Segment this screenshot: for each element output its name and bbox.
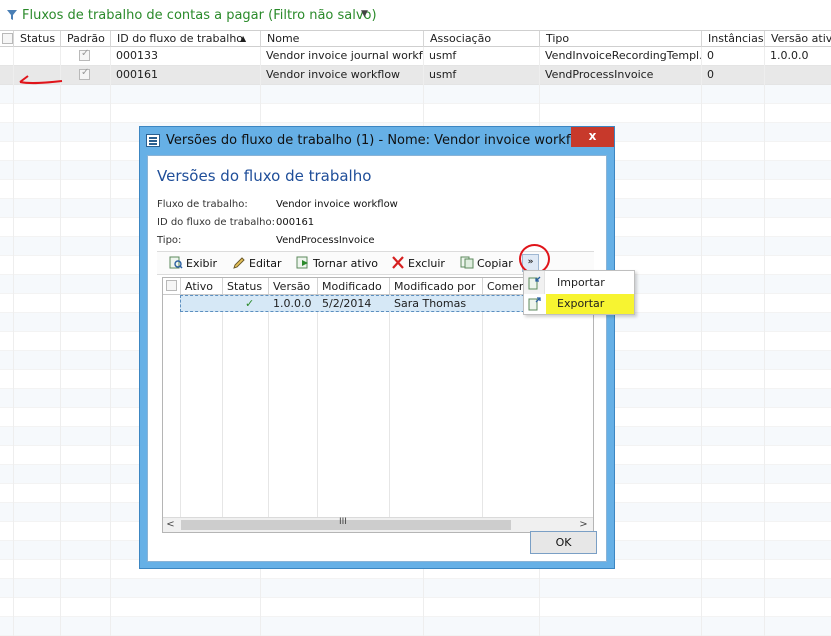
cell-id: 000161: [116, 68, 158, 81]
editar-label: Editar: [249, 257, 282, 270]
ok-button[interactable]: OK: [530, 531, 597, 554]
overflow-menu: Importar Exportar: [523, 270, 635, 315]
cell-versao: 1.0.0.0: [273, 297, 312, 310]
grid-divider: [764, 47, 765, 636]
column-header-padrao[interactable]: Padrão: [60, 31, 110, 47]
chevron-down-icon[interactable]: ▼: [361, 9, 368, 19]
grid-divider: [13, 47, 14, 636]
menu-item-importar[interactable]: Importar: [524, 273, 634, 293]
column-header-id-label: ID do fluxo de trabalho: [117, 32, 244, 45]
exibir-label: Exibir: [186, 257, 218, 270]
grid-divider: [317, 295, 318, 517]
scroll-right-button[interactable]: >: [576, 518, 591, 532]
column-header-tipo[interactable]: Tipo: [539, 31, 701, 47]
field-label-tipo: Tipo:: [157, 235, 182, 246]
versions-grid: Ativo Status Versão Modificado Modificad…: [162, 277, 594, 533]
select-all-checkbox[interactable]: [166, 280, 177, 291]
grid-divider: [268, 295, 269, 517]
activate-icon: [296, 256, 308, 269]
cell-nome: Vendor invoice journal workfl...: [266, 49, 423, 62]
empty-row: [0, 617, 831, 636]
pencil-icon: [233, 257, 245, 269]
grid-divider: [701, 47, 702, 636]
column-header-status[interactable]: Status: [13, 31, 60, 47]
dialog-title: Versões do fluxo de trabalho (1) - Nome:…: [166, 133, 595, 148]
cell-nome: Vendor invoice workflow: [266, 68, 401, 81]
exibir-button[interactable]: Exibir: [169, 256, 217, 272]
cell-versao-ativa: 1.0.0.0: [770, 49, 809, 62]
delete-icon: [392, 256, 404, 269]
grid-divider: [180, 295, 181, 517]
select-all-checkbox[interactable]: [2, 33, 13, 44]
table-row[interactable]: 000133 Vendor invoice journal workfl... …: [0, 47, 831, 66]
dialog-heading: Versões do fluxo de trabalho: [157, 167, 372, 185]
grid-divider: [482, 295, 483, 517]
scroll-grip: III: [339, 517, 347, 527]
field-value-workflow: Vendor invoice workflow: [276, 199, 398, 210]
export-icon: [528, 297, 541, 311]
column-header-modificado[interactable]: Modificado: [317, 278, 389, 294]
grid-divider: [110, 47, 111, 636]
excluir-button[interactable]: Excluir: [391, 256, 445, 272]
cell-instancias: 0: [707, 49, 714, 62]
copiar-label: Copiar: [477, 257, 513, 270]
cell-associacao: usmf: [429, 49, 457, 62]
annotation-arrow-icon: [19, 75, 63, 85]
grid-divider: [389, 295, 390, 517]
column-header-instancias[interactable]: Instâncias: [701, 31, 764, 47]
column-header-nome[interactable]: Nome: [260, 31, 423, 47]
sort-asc-icon: ▲: [240, 34, 247, 43]
dialog-client: Versões do fluxo de trabalho Fluxo de tr…: [147, 155, 607, 562]
copiar-button[interactable]: Copiar: [460, 256, 513, 272]
filter-icon: [7, 10, 17, 20]
field-value-id: 000161: [276, 217, 315, 228]
padrao-checkbox: [79, 67, 90, 80]
cell-modificado-por: Sara Thomas: [394, 297, 467, 310]
cell-instancias: 0: [707, 68, 714, 81]
menu-item-exportar[interactable]: Exportar: [524, 294, 634, 314]
grid-header: Status Padrão ID do fluxo de trabalho ▲ …: [0, 30, 831, 47]
scroll-left-button[interactable]: <: [163, 518, 178, 532]
cell-tipo: VendInvoiceRecordingTempl...: [545, 49, 701, 62]
cell-tipo: VendProcessInvoice: [545, 68, 654, 81]
column-header-associacao[interactable]: Associação: [423, 31, 539, 47]
cell-versao-ativa: [764, 66, 831, 84]
empty-row: [0, 104, 831, 123]
padrao-checkbox: [79, 48, 90, 61]
column-header-status[interactable]: Status: [222, 278, 268, 294]
field-label-id: ID do fluxo de trabalho:: [157, 217, 275, 228]
editar-button[interactable]: Editar: [232, 256, 282, 272]
workflow-versions-dialog: Versões do fluxo de trabalho (1) - Nome:…: [139, 126, 615, 569]
close-button[interactable]: x: [571, 127, 614, 147]
window-icon: [146, 134, 160, 147]
tornar-ativo-button[interactable]: Tornar ativo: [296, 256, 378, 272]
grid-divider: [60, 47, 61, 636]
status-check-icon: ✓: [245, 297, 255, 310]
menu-item-label: Importar: [557, 276, 605, 289]
menu-item-label: Exportar: [557, 297, 605, 310]
horizontal-scrollbar[interactable]: < III >: [163, 517, 593, 532]
grid-divider: [222, 295, 223, 517]
column-header-versao[interactable]: Versão: [268, 278, 317, 294]
column-header-id[interactable]: ID do fluxo de trabalho: [110, 31, 260, 47]
empty-row: [0, 579, 831, 598]
column-header-modificado-por[interactable]: Modificado por: [389, 278, 482, 294]
import-icon: [528, 276, 541, 290]
copy-icon: [460, 256, 474, 269]
tornar-ativo-label: Tornar ativo: [313, 257, 378, 270]
empty-row: [0, 85, 831, 104]
cell-associacao: usmf: [429, 68, 457, 81]
cell-modificado: 5/2/2014: [322, 297, 372, 310]
view-icon: [169, 256, 183, 269]
excluir-label: Excluir: [408, 257, 445, 270]
field-label-workflow: Fluxo de trabalho:: [157, 199, 248, 210]
page-header: Fluxos de trabalho de contas a pagar (Fi…: [0, 0, 831, 30]
empty-row: [0, 598, 831, 617]
column-header-versao-ativa[interactable]: Versão ativa: [764, 31, 831, 47]
table-row-selected[interactable]: 000161 Vendor invoice workflow usmf Vend…: [0, 66, 831, 85]
page-title[interactable]: Fluxos de trabalho de contas a pagar (Fi…: [22, 8, 377, 23]
cell-id: 000133: [116, 49, 158, 62]
column-header-ativo[interactable]: Ativo: [180, 278, 222, 294]
field-value-tipo: VendProcessInvoice: [276, 235, 375, 246]
